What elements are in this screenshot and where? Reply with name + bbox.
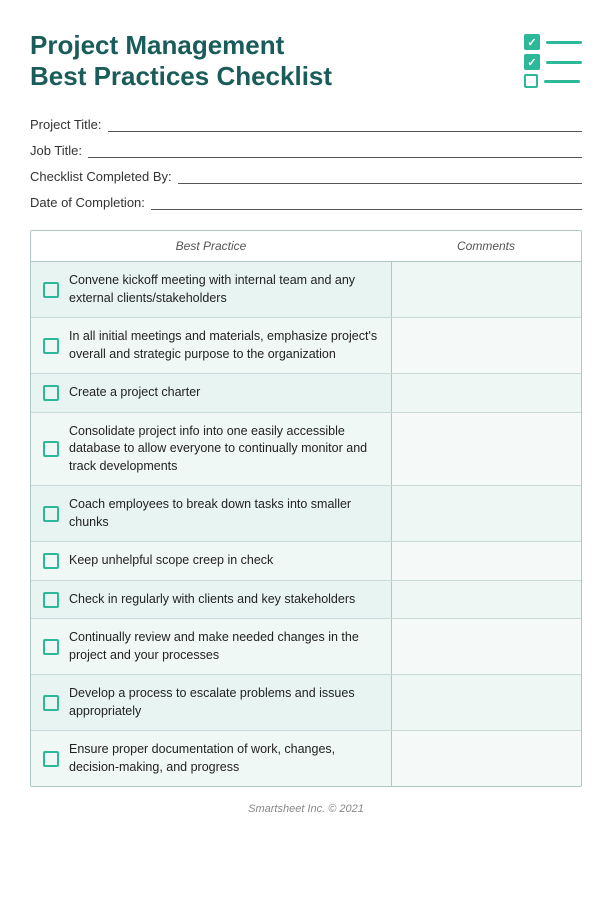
- job-title-label: Job Title:: [30, 143, 82, 158]
- row-comments-10: [391, 731, 581, 786]
- footer: Smartsheet Inc. © 2021: [30, 803, 582, 815]
- table-row: Consolidate project info into one easily…: [31, 413, 581, 487]
- checkbox-10[interactable]: [43, 751, 59, 767]
- checkbox-4[interactable]: [43, 441, 59, 457]
- row-practice-8: Continually review and make needed chang…: [31, 619, 391, 674]
- row-practice-7: Check in regularly with clients and key …: [31, 581, 391, 619]
- practice-text-1: Convene kickoff meeting with internal te…: [69, 272, 379, 307]
- page-header: Project Management Best Practices Checkl…: [30, 30, 582, 92]
- date-line: [151, 194, 582, 210]
- practice-text-4: Consolidate project info into one easily…: [69, 423, 379, 476]
- row-comments-2: [391, 318, 581, 373]
- form-fields: Project Title: Job Title: Checklist Comp…: [30, 116, 582, 210]
- practice-text-10: Ensure proper documentation of work, cha…: [69, 741, 379, 776]
- table-row: In all initial meetings and materials, e…: [31, 318, 581, 374]
- table-row: Convene kickoff meeting with internal te…: [31, 262, 581, 318]
- icon-line-1: [546, 41, 582, 44]
- practice-text-3: Create a project charter: [69, 384, 200, 402]
- row-practice-1: Convene kickoff meeting with internal te…: [31, 262, 391, 317]
- project-title-label: Project Title:: [30, 117, 102, 132]
- empty-square-icon: [524, 74, 538, 88]
- table-row: Develop a process to escalate problems a…: [31, 675, 581, 731]
- checkbox-3[interactable]: [43, 385, 59, 401]
- table-header: Best Practice Comments: [31, 231, 581, 262]
- table-row: Ensure proper documentation of work, cha…: [31, 731, 581, 786]
- row-comments-9: [391, 675, 581, 730]
- practice-text-2: In all initial meetings and materials, e…: [69, 328, 379, 363]
- completed-by-label: Checklist Completed By:: [30, 169, 172, 184]
- table-row: Keep unhelpful scope creep in check: [31, 542, 581, 581]
- table-row: Continually review and make needed chang…: [31, 619, 581, 675]
- row-practice-9: Develop a process to escalate problems a…: [31, 675, 391, 730]
- row-practice-5: Coach employees to break down tasks into…: [31, 486, 391, 541]
- practice-text-5: Coach employees to break down tasks into…: [69, 496, 379, 531]
- checkbox-2[interactable]: [43, 338, 59, 354]
- title-line1: Project Management: [30, 30, 284, 60]
- practice-text-9: Develop a process to escalate problems a…: [69, 685, 379, 720]
- date-field: Date of Completion:: [30, 194, 582, 210]
- checklist-icon: ✓ ✓: [524, 34, 582, 88]
- checkbox-9[interactable]: [43, 695, 59, 711]
- practice-text-8: Continually review and make needed chang…: [69, 629, 379, 664]
- row-comments-1: [391, 262, 581, 317]
- table-row: Check in regularly with clients and key …: [31, 581, 581, 620]
- icon-line-2: [546, 61, 582, 64]
- table-row: Create a project charter: [31, 374, 581, 413]
- project-title-line: [108, 116, 582, 132]
- project-title-field: Project Title:: [30, 116, 582, 132]
- page-title: Project Management Best Practices Checkl…: [30, 30, 332, 92]
- table-body: Convene kickoff meeting with internal te…: [31, 262, 581, 786]
- practice-text-6: Keep unhelpful scope creep in check: [69, 552, 273, 570]
- row-practice-2: In all initial meetings and materials, e…: [31, 318, 391, 373]
- col-header-practice: Best Practice: [31, 231, 391, 261]
- row-practice-3: Create a project charter: [31, 374, 391, 412]
- checkmark-icon-2: ✓: [524, 54, 540, 70]
- footer-text: Smartsheet Inc. © 2021: [248, 803, 364, 815]
- table-row: Coach employees to break down tasks into…: [31, 486, 581, 542]
- row-comments-7: [391, 581, 581, 619]
- icon-line-3: [544, 80, 580, 83]
- completed-by-field: Checklist Completed By:: [30, 168, 582, 184]
- row-comments-5: [391, 486, 581, 541]
- job-title-line: [88, 142, 582, 158]
- row-comments-3: [391, 374, 581, 412]
- job-title-field: Job Title:: [30, 142, 582, 158]
- col-header-comments: Comments: [391, 231, 581, 261]
- checkbox-7[interactable]: [43, 592, 59, 608]
- row-practice-6: Keep unhelpful scope creep in check: [31, 542, 391, 580]
- checklist-table: Best Practice Comments Convene kickoff m…: [30, 230, 582, 787]
- row-comments-8: [391, 619, 581, 674]
- row-comments-4: [391, 413, 581, 486]
- completed-by-line: [178, 168, 582, 184]
- checkbox-8[interactable]: [43, 639, 59, 655]
- date-label: Date of Completion:: [30, 195, 145, 210]
- row-practice-10: Ensure proper documentation of work, cha…: [31, 731, 391, 786]
- checkbox-5[interactable]: [43, 506, 59, 522]
- row-practice-4: Consolidate project info into one easily…: [31, 413, 391, 486]
- row-comments-6: [391, 542, 581, 580]
- checkmark-icon: ✓: [524, 34, 540, 50]
- checkbox-6[interactable]: [43, 553, 59, 569]
- checkbox-1[interactable]: [43, 282, 59, 298]
- title-line2: Best Practices Checklist: [30, 61, 332, 91]
- practice-text-7: Check in regularly with clients and key …: [69, 591, 355, 609]
